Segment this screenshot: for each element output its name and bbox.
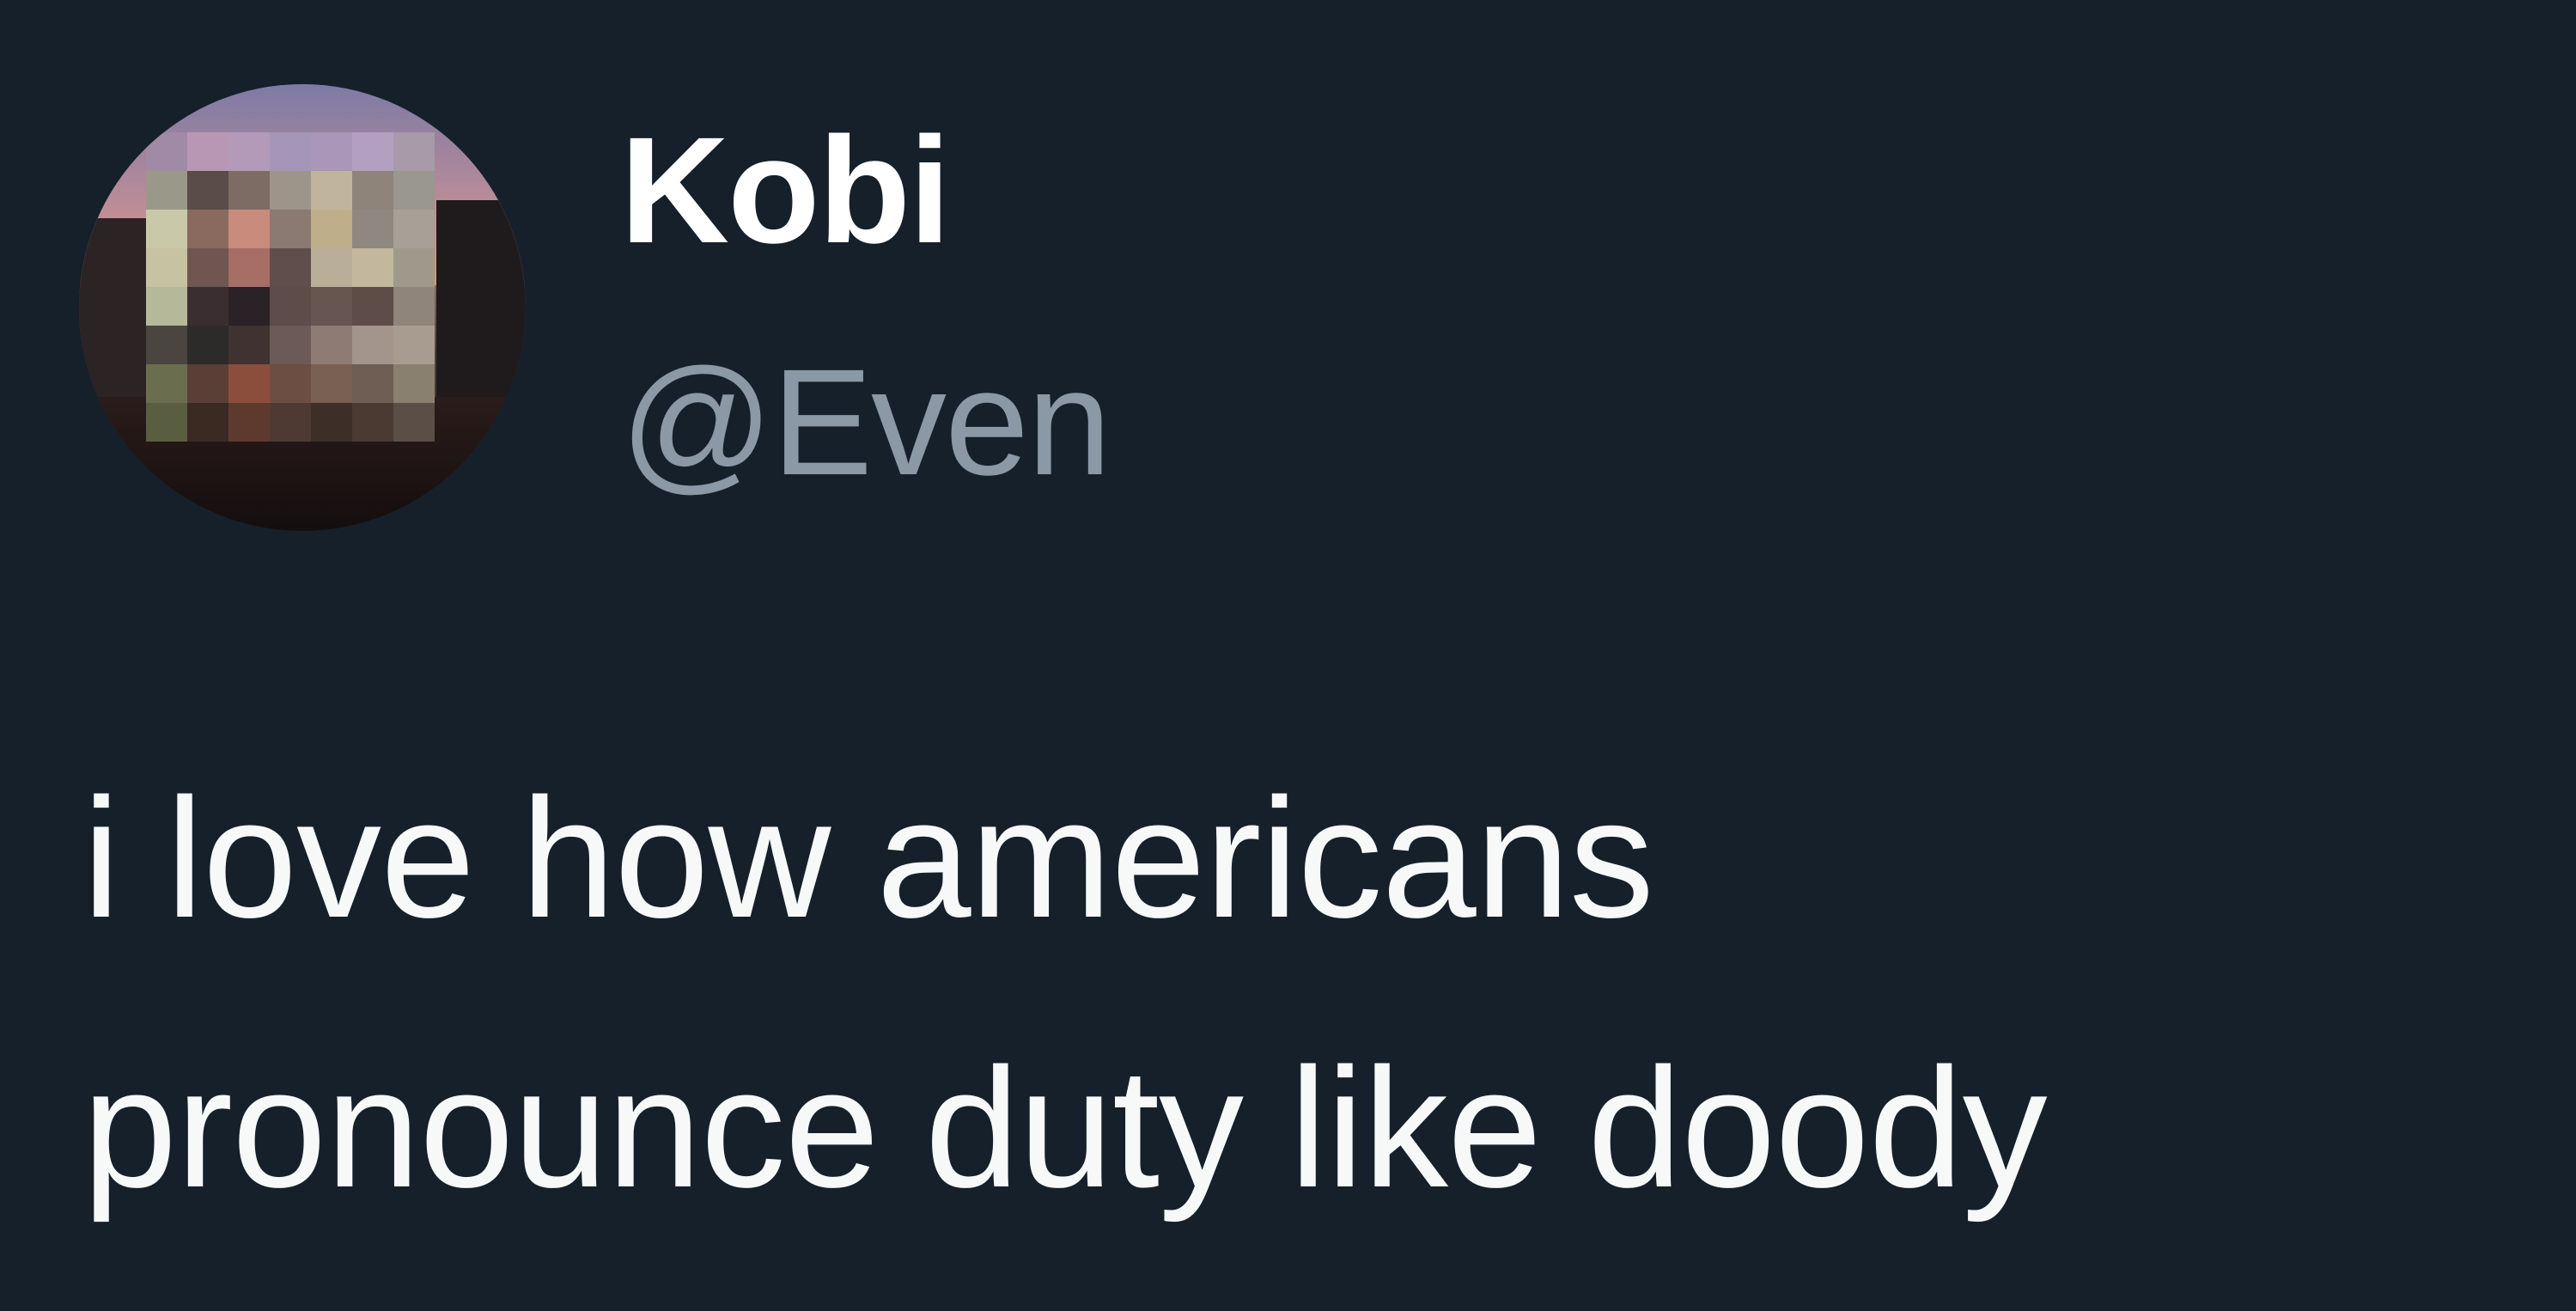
display-name[interactable]: Kobi xyxy=(620,115,951,266)
avatar-pixelation xyxy=(146,132,435,442)
user-handle[interactable]: @Even xyxy=(620,347,1111,498)
avatar[interactable] xyxy=(79,84,526,531)
tweet-text-line: pronounce duty like doody xyxy=(82,1033,2048,1223)
tweet-text: i love how americans pronounce duty like… xyxy=(82,723,2539,1263)
tweet-text-line: i love how americans xyxy=(82,763,1654,953)
tweet-card: Kobi @Even i love how americans pronounc… xyxy=(0,0,2576,1311)
